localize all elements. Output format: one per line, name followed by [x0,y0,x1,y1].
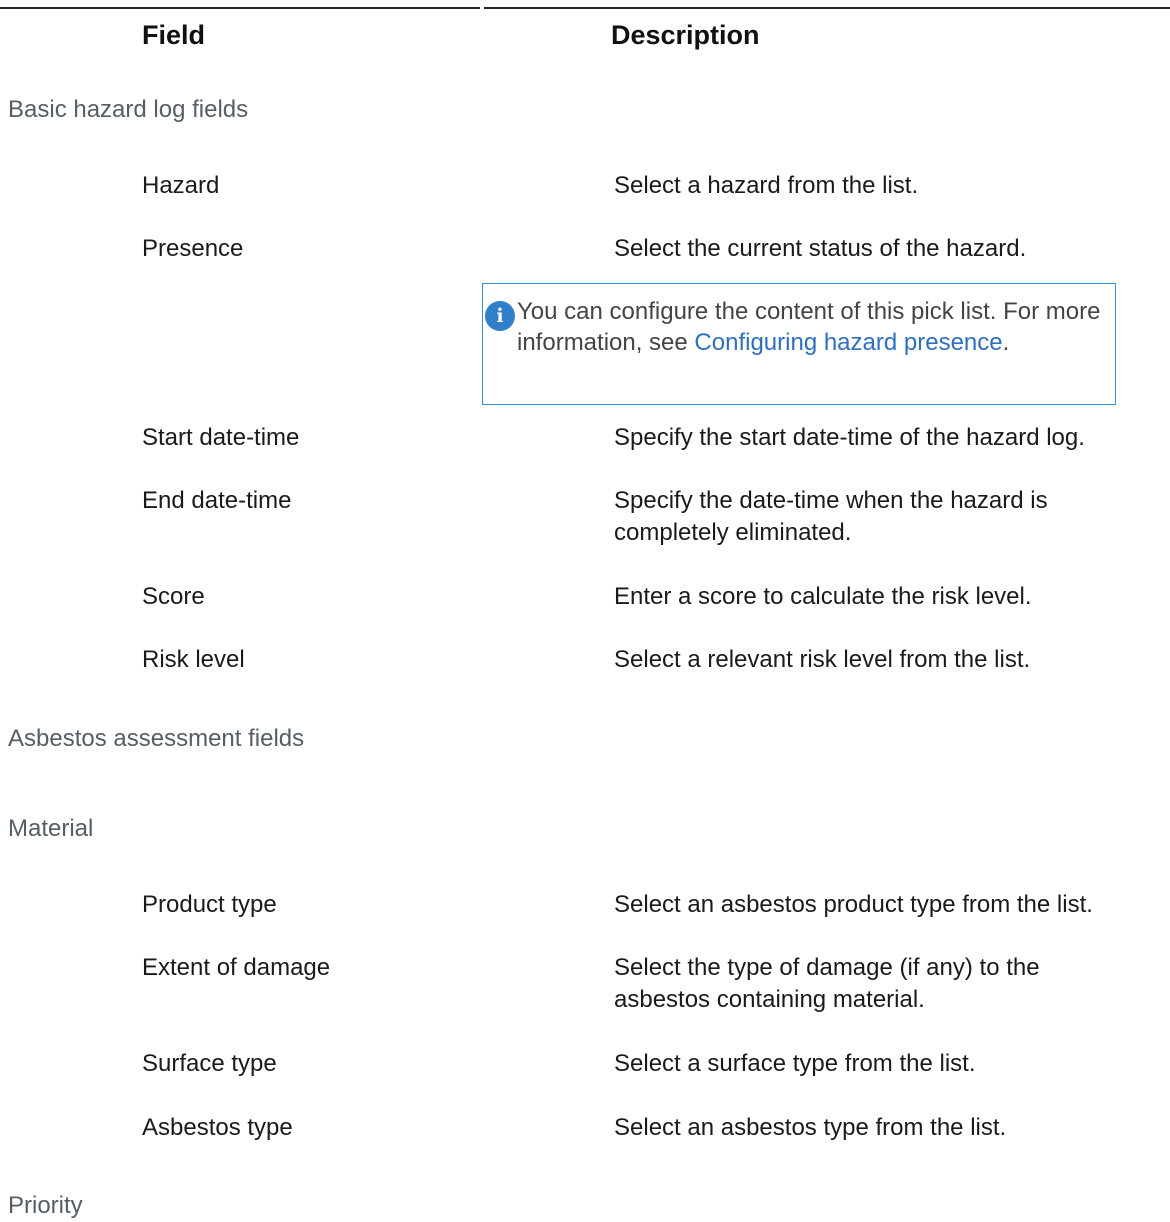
row-start-date-time-field: Start date-time [142,424,300,451]
row-extent-of-damage-field: Extent of damage [142,954,331,981]
info-note-text-after: . [1002,329,1010,356]
row-extent-of-damage-description: Select the type of damage (if any) to th… [614,954,1040,1013]
row-start-date-time-description: Specify the start date-time of the hazar… [614,424,1085,451]
info-note-text: You can configure the content of this pi… [517,296,1107,358]
row-asbestos-type-description: Select an asbestos type from the list. [614,1114,1007,1141]
configuring-hazard-presence-link[interactable]: Configuring hazard presence [694,329,1002,356]
row-risk-level-description: Select a relevant risk level from the li… [614,646,1031,673]
row-surface-type-field: Surface type [142,1050,277,1077]
row-presence-field: Presence [142,235,244,262]
table-top-rule-left [0,7,480,9]
row-end-date-time-field: End date-time [142,487,292,514]
row-surface-type-description: Select a surface type from the list. [614,1050,976,1077]
row-score-field: Score [142,583,205,610]
row-product-type-field: Product type [142,891,277,918]
row-hazard-field: Hazard [142,172,220,199]
row-score-description: Enter a score to calculate the risk leve… [614,583,1032,610]
section-heading-basic: Basic hazard log fields [8,96,249,123]
section-heading-material: Material [8,815,94,842]
column-header-field: Field [142,20,206,50]
info-note: i You can configure the content of this … [482,283,1116,405]
section-heading-priority: Priority [8,1192,83,1219]
row-presence-description: Select the current status of the hazard. [614,235,1027,262]
column-header-description: Description [611,20,760,50]
row-end-date-time-description: Specify the date-time when the hazard is… [614,487,1048,546]
info-icon: i [485,301,515,331]
row-product-type-description: Select an asbestos product type from the… [614,891,1093,918]
section-heading-asbestos: Asbestos assessment fields [8,725,305,752]
row-asbestos-type-field: Asbestos type [142,1114,293,1141]
row-hazard-description: Select a hazard from the list. [614,172,919,199]
table-top-rule-right [484,7,1170,9]
row-risk-level-field: Risk level [142,646,245,673]
